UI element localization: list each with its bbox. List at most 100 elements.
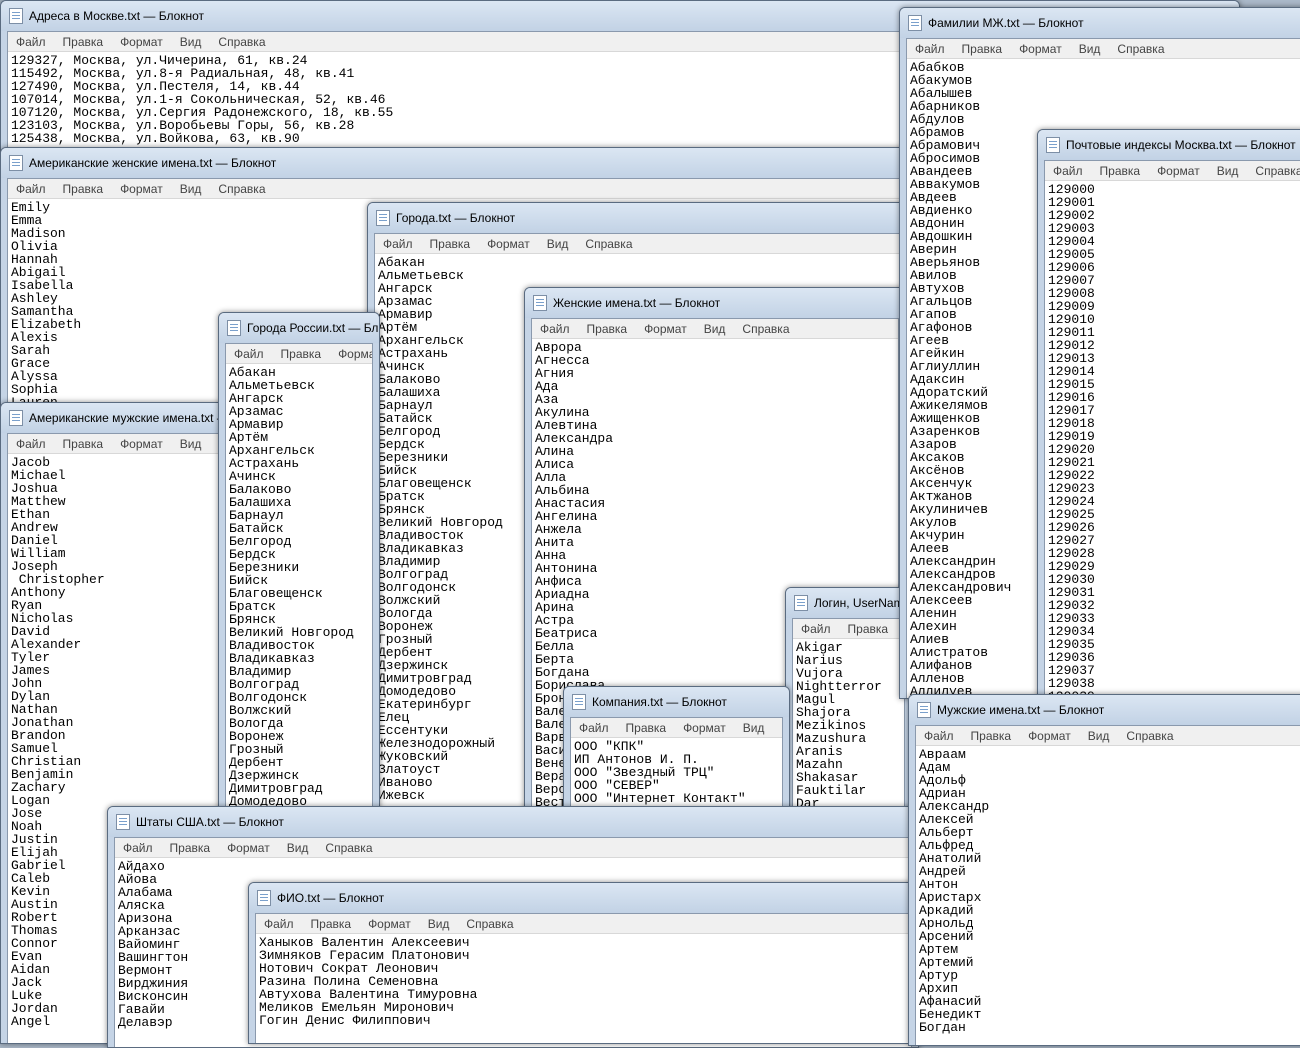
title-bar[interactable]: Американские женские имена.txt — Блокнот bbox=[1, 148, 906, 178]
menu-edit[interactable]: Правка bbox=[954, 42, 1012, 56]
text-line: Альберт bbox=[919, 825, 974, 840]
text-line: Авраам bbox=[919, 747, 966, 762]
title-bar[interactable]: Города России.txt — Блокнот bbox=[219, 313, 379, 343]
text-area[interactable]: ООО "КПК" ИП Антонов И. П. ООО "Звездный Т… bbox=[571, 738, 782, 807]
menu-file[interactable]: Файл bbox=[8, 182, 55, 196]
menu-edit[interactable]: Правка bbox=[55, 437, 113, 451]
title-bar[interactable]: Почтовые индексы Москва.txt — Блокнот bbox=[1038, 130, 1300, 160]
title-bar[interactable]: Фамилии МЖ.txt — Блокнот bbox=[900, 8, 1300, 38]
menu-file[interactable]: Файл bbox=[226, 347, 273, 361]
menu-format[interactable]: Формат bbox=[1020, 729, 1080, 743]
notepad-client-area: Файл Правка Формат Вид Справка Ханыков Валент… bbox=[255, 913, 913, 1043]
text-line: Алексей bbox=[919, 812, 974, 827]
menu-view[interactable]: Вид bbox=[1071, 42, 1110, 56]
menu-edit[interactable]: Правка bbox=[55, 182, 113, 196]
menu-view[interactable]: Вид bbox=[539, 237, 578, 251]
menu-view[interactable]: Вид bbox=[735, 721, 774, 735]
menu-help[interactable]: Справка bbox=[1118, 729, 1182, 743]
menu-bar: ФайлПравкаФорматВидСправка bbox=[571, 718, 782, 738]
menu-edit[interactable]: Правка bbox=[422, 237, 480, 251]
text-line: Абдулов bbox=[910, 112, 965, 127]
menu-edit[interactable]: Правка bbox=[579, 322, 637, 336]
menu-help[interactable]: Справка bbox=[773, 721, 782, 735]
notepad-window-fio[interactable]: ФИО.txt — Блокнот Файл Правка Формат Вид Спра… bbox=[248, 882, 920, 1044]
menu-edit[interactable]: Правка bbox=[963, 729, 1021, 743]
menu-format[interactable]: Формат bbox=[360, 917, 420, 931]
menu-format[interactable]: Формат bbox=[112, 182, 172, 196]
menu-format[interactable]: Формат bbox=[479, 237, 539, 251]
text-line: Агния bbox=[535, 366, 575, 381]
menu-view[interactable]: Вид bbox=[696, 322, 735, 336]
text-area[interactable]: Авраам Адам Адольф Адриан Александр Алексей Ал… bbox=[916, 746, 1300, 1036]
menu-edit[interactable]: Правка bbox=[303, 917, 361, 931]
menu-file[interactable]: Файл bbox=[532, 322, 579, 336]
menu-file[interactable]: Файл bbox=[571, 721, 618, 735]
notepad-icon bbox=[257, 890, 271, 906]
menu-edit[interactable]: Правка bbox=[55, 35, 113, 49]
notepad-client-area: Файл Правка Формат Вид Справка 129000 129001 12… bbox=[1044, 160, 1300, 700]
menu-format[interactable]: Формат bbox=[330, 347, 372, 361]
menu-format[interactable]: Формат bbox=[112, 35, 172, 49]
text-line: Абарников bbox=[910, 99, 981, 114]
menu-format[interactable]: Формат bbox=[1011, 42, 1071, 56]
menu-edit[interactable]: Правка bbox=[1092, 164, 1150, 178]
menu-help[interactable]: Справка bbox=[1247, 164, 1300, 178]
menu-file[interactable]: Файл bbox=[1045, 164, 1092, 178]
menu-file[interactable]: Файл bbox=[115, 841, 162, 855]
menu-file[interactable]: Файл bbox=[8, 35, 55, 49]
menu-help[interactable]: Справка bbox=[210, 182, 274, 196]
menu-file[interactable]: Файл bbox=[375, 237, 422, 251]
notepad-window-male-names[interactable]: Мужские имена.txt — Блокнот Файл Правка Фор… bbox=[908, 694, 1300, 1046]
menu-file[interactable]: Файл bbox=[916, 729, 963, 743]
menu-edit[interactable]: Правка bbox=[273, 347, 331, 361]
menu-help[interactable]: Справка bbox=[317, 841, 381, 855]
notepad-window-russian-cities[interactable]: Города России.txt — Блокнот ФайлПравкаФор… bbox=[218, 312, 380, 834]
menu-file[interactable]: Файл bbox=[793, 622, 840, 636]
menu-help[interactable]: Справка bbox=[1109, 42, 1173, 56]
notepad-window-postcodes[interactable]: Почтовые индексы Москва.txt — Блокнот Фай… bbox=[1037, 129, 1300, 701]
menu-format[interactable]: Формат bbox=[1149, 164, 1209, 178]
title-bar[interactable]: Логин, UserName.txt — Блокнот bbox=[786, 588, 911, 618]
title-bar[interactable]: ФИО.txt — Блокнот bbox=[249, 883, 919, 913]
menu-edit[interactable]: Правка bbox=[162, 841, 220, 855]
text-line: Артем bbox=[919, 942, 959, 957]
menu-file[interactable]: Файл bbox=[256, 917, 303, 931]
menu-format[interactable]: Формат bbox=[636, 322, 696, 336]
menu-help[interactable]: Справка bbox=[210, 35, 274, 49]
menu-help[interactable]: Справка bbox=[458, 917, 522, 931]
menu-help[interactable]: Справка bbox=[577, 237, 641, 251]
menu-bar: ФайлПравкаФорматВидСправка bbox=[375, 234, 901, 254]
text-area[interactable]: 129000 129001 129002 129003 129004 129005 1290… bbox=[1045, 181, 1300, 700]
title-bar[interactable]: Компания.txt — Блокнот bbox=[564, 687, 789, 717]
text-line: Андрей bbox=[919, 864, 966, 879]
menu-format[interactable]: Формат bbox=[219, 841, 279, 855]
menu-file[interactable]: Файл bbox=[907, 42, 954, 56]
menu-format[interactable]: Формат bbox=[112, 437, 172, 451]
notepad-icon bbox=[9, 8, 23, 24]
window-title: Американские женские имена.txt — Блокнот bbox=[29, 156, 277, 170]
title-bar[interactable]: Американские мужские имена.txt — Блокнот bbox=[1, 403, 226, 433]
menu-view[interactable]: Вид bbox=[420, 917, 459, 931]
menu-view[interactable]: Вид bbox=[172, 182, 211, 196]
text-line: Адольф bbox=[919, 773, 966, 788]
title-bar[interactable]: Штаты США.txt — Блокнот bbox=[108, 807, 918, 837]
text-area[interactable]: Ханыков Валентин Алексеевич Зимняков Гера… bbox=[256, 934, 912, 1029]
menu-help[interactable]: Справка bbox=[734, 322, 798, 336]
menu-view[interactable]: Вид bbox=[1080, 729, 1119, 743]
title-bar[interactable]: Города.txt — Блокнот bbox=[368, 203, 908, 233]
title-bar[interactable]: Мужские имена.txt — Блокнот bbox=[909, 695, 1300, 725]
menu-edit[interactable]: Правка bbox=[618, 721, 676, 735]
text-area[interactable]: Абакан Альметьевск Ангарск Арзамас Армавир Ар… bbox=[226, 364, 372, 810]
menu-view[interactable]: Вид bbox=[279, 841, 318, 855]
menu-view[interactable]: Вид bbox=[172, 437, 211, 451]
text-area[interactable]: Akigar Narius Vujora Nightterror Magul Shajor… bbox=[793, 639, 904, 812]
notepad-icon bbox=[9, 410, 23, 426]
menu-format[interactable]: Формат bbox=[675, 721, 735, 735]
menu-edit[interactable]: Правка bbox=[840, 622, 898, 636]
text-line: Александр bbox=[919, 799, 990, 814]
menu-view[interactable]: Вид bbox=[1209, 164, 1248, 178]
notepad-icon bbox=[533, 295, 547, 311]
menu-file[interactable]: Файл bbox=[8, 437, 55, 451]
menu-view[interactable]: Вид bbox=[172, 35, 211, 49]
title-bar[interactable]: Женские имена.txt — Блокнот bbox=[525, 288, 905, 318]
